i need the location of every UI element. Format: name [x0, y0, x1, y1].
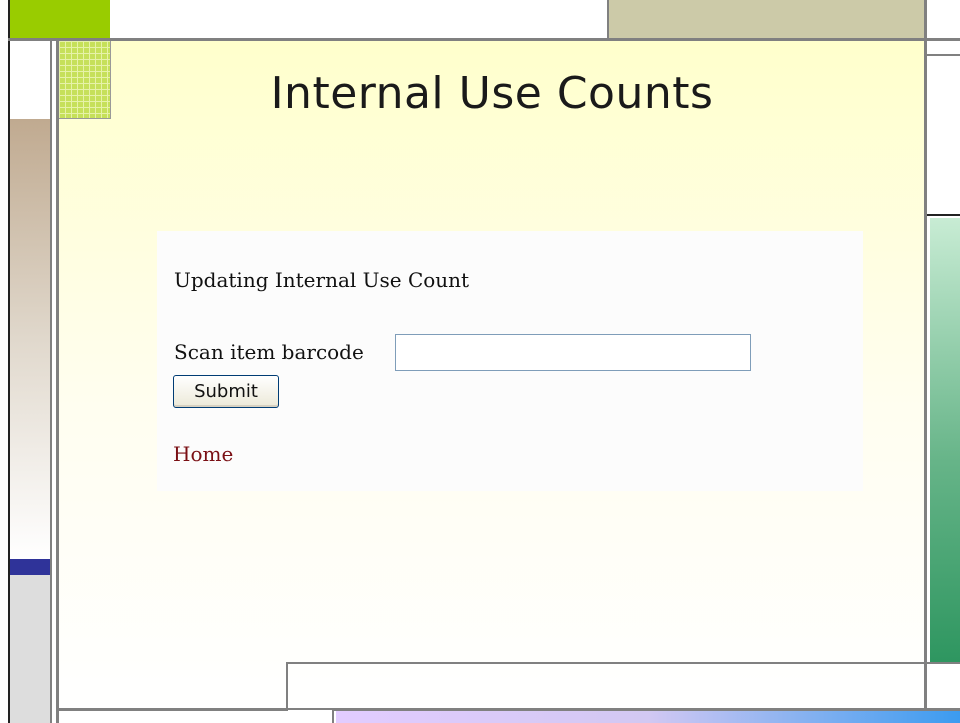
page-title: Internal Use Counts [270, 68, 714, 119]
decorative-block [930, 218, 960, 662]
submit-button[interactable]: Submit [173, 375, 279, 408]
decorative-box [286, 662, 960, 710]
decorative-block [10, 0, 110, 40]
decorative-block [10, 575, 50, 723]
form-heading: Updating Internal Use Count [174, 268, 470, 292]
decorative-block [607, 0, 924, 42]
decorative-block [10, 559, 50, 575]
decorative-block [336, 711, 960, 723]
barcode-input[interactable] [395, 334, 751, 371]
decorative-block [927, 56, 960, 216]
decorative-line [50, 41, 52, 723]
decorative-block [10, 119, 50, 559]
decorative-block [10, 41, 50, 119]
decorative-box [288, 710, 334, 723]
barcode-label: Scan item barcode [174, 340, 364, 364]
home-link[interactable]: Home [173, 442, 233, 466]
